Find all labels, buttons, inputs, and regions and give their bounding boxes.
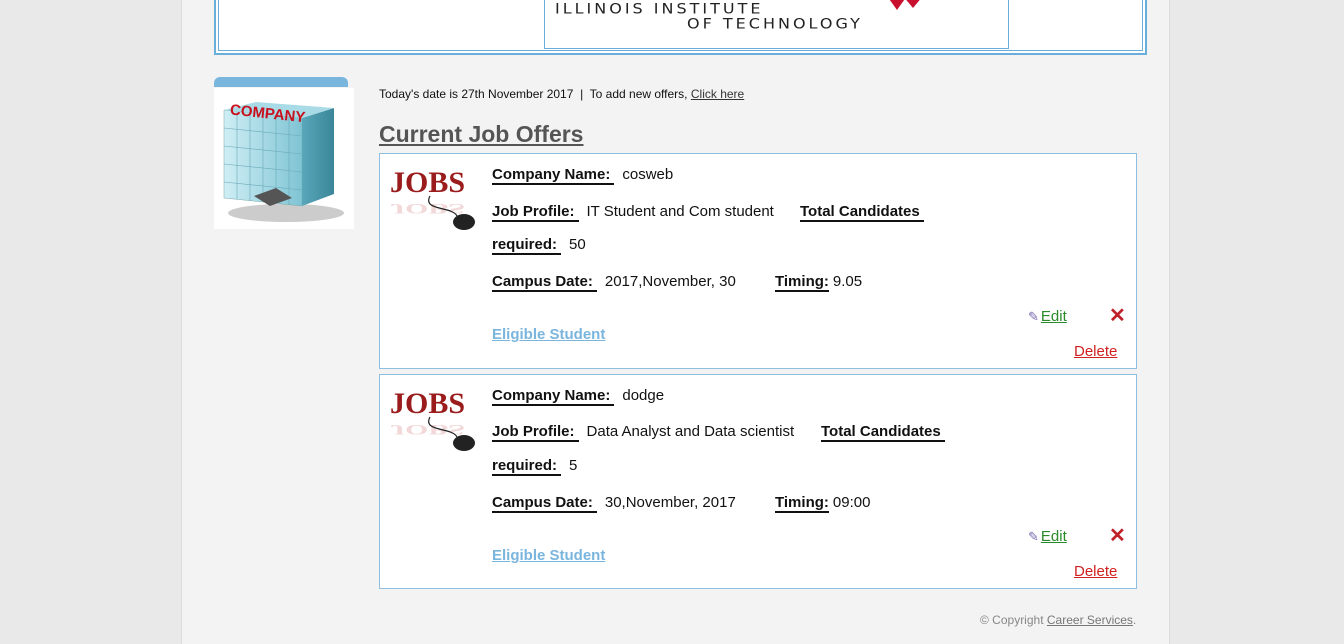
timing-value: 9.05 [832, 273, 863, 290]
total-candidates-row: Total Candidates [800, 203, 924, 222]
delete-x-icon[interactable]: ✕ [1109, 306, 1126, 326]
jobs-image: JOBS JOBS [390, 387, 475, 451]
edit-link[interactable]: Edit [1041, 528, 1067, 545]
timing-row: Timing: 09:00 [775, 494, 871, 513]
job-profile-value: IT Student and Com student [586, 203, 774, 220]
campus-date-row: Campus Date: 2017,November, 30 [492, 273, 736, 292]
delete-link[interactable]: Delete [1074, 343, 1117, 360]
required-label: required: [492, 236, 562, 255]
required-row: required: 5 [492, 457, 578, 476]
jobs-image-label: JOBS [390, 387, 465, 420]
job-profile-row: Job Profile: IT Student and Com student [492, 203, 774, 222]
timing-row: Timing: 9.05 [775, 273, 863, 292]
logo-line-2: OF TECHNOLOGY [687, 14, 863, 33]
add-offer-link[interactable]: Click here [691, 87, 744, 101]
job-profile-row: Job Profile: Data Analyst and Data scient… [492, 423, 795, 442]
total-candidates-label: Total Candidates [821, 423, 945, 442]
sidebar-header-bar [214, 77, 348, 87]
company-name-label: Company Name: [492, 387, 615, 406]
company-name-label: Company Name: [492, 166, 615, 185]
edit-button[interactable]: ✎ Edit [1028, 528, 1067, 545]
copyright-text: © Copyright [980, 613, 1044, 627]
career-services-link[interactable]: Career Services [1047, 613, 1133, 627]
pencil-icon: ✎ [1028, 529, 1039, 544]
company-building-image: COMPANY [214, 88, 354, 229]
page-title: Current Job Offers [379, 121, 584, 147]
info-line: Today's date is 27th November 2017 | To … [379, 87, 744, 101]
edit-link[interactable]: Edit [1041, 308, 1067, 325]
campus-date-label: Campus Date: [492, 273, 597, 292]
timing-value: 09:00 [832, 494, 871, 511]
jobs-image-reflection: JOBS [390, 200, 465, 216]
required-row: required: 50 [492, 236, 586, 255]
institute-logo: ILLINOIS INSTITUTE OF TECHNOLOGY [544, 0, 1009, 49]
jobs-image: JOBS JOBS [390, 166, 475, 230]
info-separator: | [580, 87, 584, 101]
campus-date-value: 2017,November, 30 [604, 273, 736, 290]
job-profile-value: Data Analyst and Data scientist [586, 423, 795, 440]
total-candidates-label: Total Candidates [800, 203, 924, 222]
job-profile-label: Job Profile: [492, 203, 579, 222]
job-card: JOBS JOBS Company Name: dodge Job Profile… [379, 374, 1137, 589]
jobs-image-reflection: JOBS [390, 421, 465, 437]
job-profile-label: Job Profile: [492, 423, 579, 442]
total-candidates-row: Total Candidates [821, 423, 945, 442]
eligible-student-link[interactable]: Eligible Student [492, 547, 605, 564]
campus-date-value: 30,November, 2017 [604, 494, 736, 511]
edit-button[interactable]: ✎ Edit [1028, 308, 1067, 325]
pencil-icon: ✎ [1028, 309, 1039, 324]
add-offers-text: To add new offers, [589, 87, 688, 101]
campus-date-label: Campus Date: [492, 494, 597, 513]
company-name-value: cosweb [622, 166, 674, 183]
timing-label: Timing: [775, 494, 829, 513]
job-card: JOBS JOBS Company Name: cosweb Job Profil… [379, 153, 1137, 369]
timing-label: Timing: [775, 273, 829, 292]
required-label: required: [492, 457, 562, 476]
company-name-row: Company Name: cosweb [492, 166, 674, 185]
required-value: 50 [569, 236, 586, 253]
company-name-value: dodge [622, 387, 665, 404]
copyright-period: . [1132, 613, 1137, 627]
copyright-footer: © Copyright Career Services. [980, 613, 1136, 627]
delete-link[interactable]: Delete [1074, 563, 1117, 580]
today-date-text: Today's date is 27th November 2017 [379, 87, 574, 101]
jobs-image-label: JOBS [390, 166, 465, 199]
delete-x-icon[interactable]: ✕ [1109, 526, 1126, 546]
campus-date-row: Campus Date: 30,November, 2017 [492, 494, 736, 513]
required-value: 5 [569, 457, 578, 474]
eligible-student-link[interactable]: Eligible Student [492, 326, 605, 343]
company-name-row: Company Name: dodge [492, 387, 665, 406]
logo-mark-icon [889, 0, 920, 10]
